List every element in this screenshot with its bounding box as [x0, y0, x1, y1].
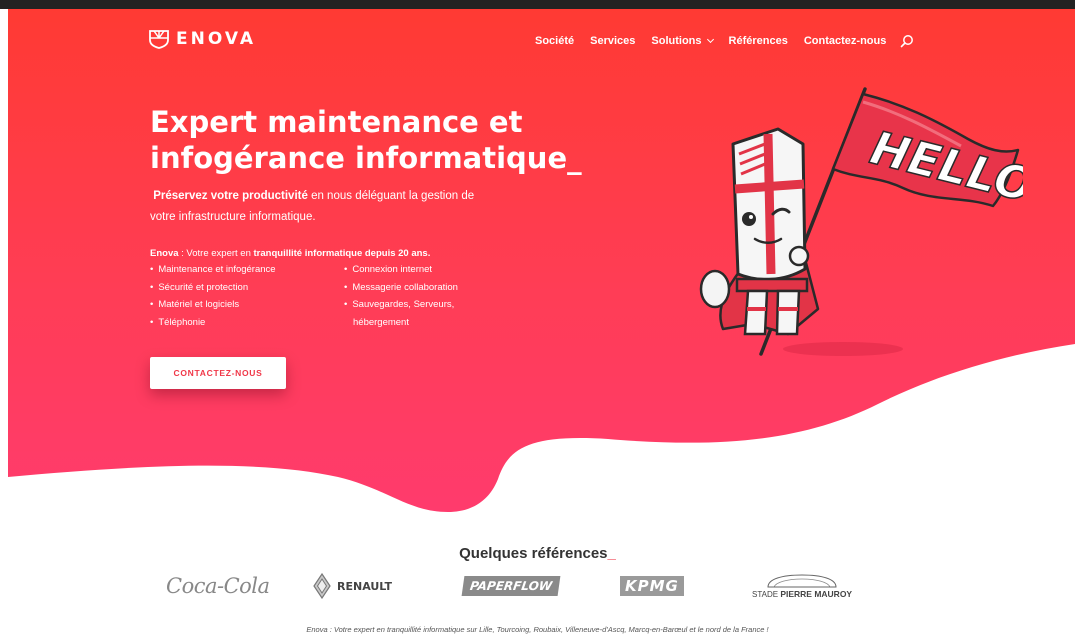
- nav-item-label: Solutions: [651, 35, 702, 47]
- renault-wordmark: RENAULT: [337, 579, 392, 593]
- hero-intro-strong: Préservez votre productivité: [153, 190, 308, 202]
- service-item: Téléphonie: [150, 314, 330, 332]
- chevron-down-icon: [706, 35, 714, 44]
- nav-item-label: Société: [535, 35, 575, 47]
- enova-logo[interactable]: ENOVA: [148, 29, 256, 49]
- kpmg-logo[interactable]: KPMG: [620, 568, 684, 604]
- nav-item-solutions[interactable]: Solutions: [651, 35, 714, 47]
- nav-item-label: Services: [590, 35, 636, 47]
- main-navigation: ENOVA Société Services Solutions Référen…: [8, 9, 1075, 69]
- service-item: Messagerie collaboration: [344, 279, 494, 297]
- contact-button[interactable]: CONTACTEZ-NOUS: [150, 357, 286, 389]
- stade-pierre-mauroy-logo[interactable]: STADE PIERRE MAUROY: [752, 568, 852, 604]
- nav-item-label: Contactez-nous: [803, 35, 887, 47]
- references-title-text: Quelques références: [459, 545, 608, 562]
- hero-title-line2: infogérance informatique_: [150, 141, 582, 175]
- services-list-right: Connexion internet Messagerie collaborat…: [344, 261, 494, 331]
- service-item: Sauvegardes, Serveurs,: [344, 296, 494, 314]
- stadium-icon: [767, 574, 837, 588]
- hero-section: ENOVA Société Services Solutions Référen…: [8, 9, 1075, 512]
- tagline-mid: : Votre expert en: [178, 248, 254, 259]
- hero-tagline: Enova : Votre expert en tranquillité inf…: [150, 248, 430, 259]
- search-icon[interactable]: [900, 34, 914, 48]
- service-item-continued: hébergement: [353, 316, 409, 328]
- renault-diamond-icon: [313, 573, 331, 599]
- references-title-underscore: _: [607, 545, 616, 562]
- tagline-brand: Enova: [150, 248, 179, 259]
- stade-wordmark: STADE PIERRE MAUROY: [752, 589, 852, 599]
- service-item: Maintenance et infogérance: [150, 261, 330, 279]
- paperflow-wordmark: PAPERFLOW: [461, 576, 561, 596]
- coca-cola-logo[interactable]: Coca-Cola: [166, 568, 270, 604]
- browser-top-bar: [0, 0, 1075, 9]
- service-item: Connexion internet: [344, 261, 494, 279]
- stade-strong: PIERRE MAUROY: [780, 589, 853, 599]
- knight-mascot-illustration: HELLO: [699, 87, 1023, 356]
- footer-text: Enova : Votre expert en tranquillité inf…: [306, 625, 769, 634]
- nav-item-services[interactable]: Services: [590, 35, 635, 47]
- hero-intro: Préservez votre productivité en nous dél…: [150, 186, 490, 228]
- hero-title-line1: Expert maintenance et: [150, 105, 523, 139]
- references-logos: Coca-Cola RENAULT PAPERFLOW KPMG STADE P…: [0, 568, 1075, 604]
- hero-title: Expert maintenance et infogérance inform…: [150, 104, 650, 176]
- enova-logo-icon: [149, 30, 169, 49]
- service-item: Sécurité et protection: [150, 279, 330, 297]
- nav-menu: Société Services Solutions Références Co…: [535, 34, 914, 48]
- nav-item-societe[interactable]: Société: [535, 35, 574, 47]
- nav-item-contact[interactable]: Contactez-nous: [804, 35, 887, 47]
- service-item: Matériel et logiciels: [150, 296, 330, 314]
- paperflow-logo[interactable]: PAPERFLOW: [461, 568, 561, 604]
- references-title: Quelques références_: [0, 545, 1075, 562]
- kpmg-wordmark: KPMG: [620, 576, 684, 596]
- services-list-left: Maintenance et infogérance Sécurité et p…: [150, 261, 330, 331]
- coca-cola-wordmark: Coca-Cola: [166, 574, 270, 598]
- logo-text: ENOVA: [176, 29, 256, 49]
- nav-item-label: Références: [728, 35, 788, 47]
- tagline-strong: tranquillité informatique depuis 20 ans.: [253, 248, 431, 259]
- renault-logo[interactable]: RENAULT: [313, 568, 392, 604]
- nav-item-references[interactable]: Références: [729, 35, 788, 47]
- stade-prefix: STADE: [752, 590, 781, 599]
